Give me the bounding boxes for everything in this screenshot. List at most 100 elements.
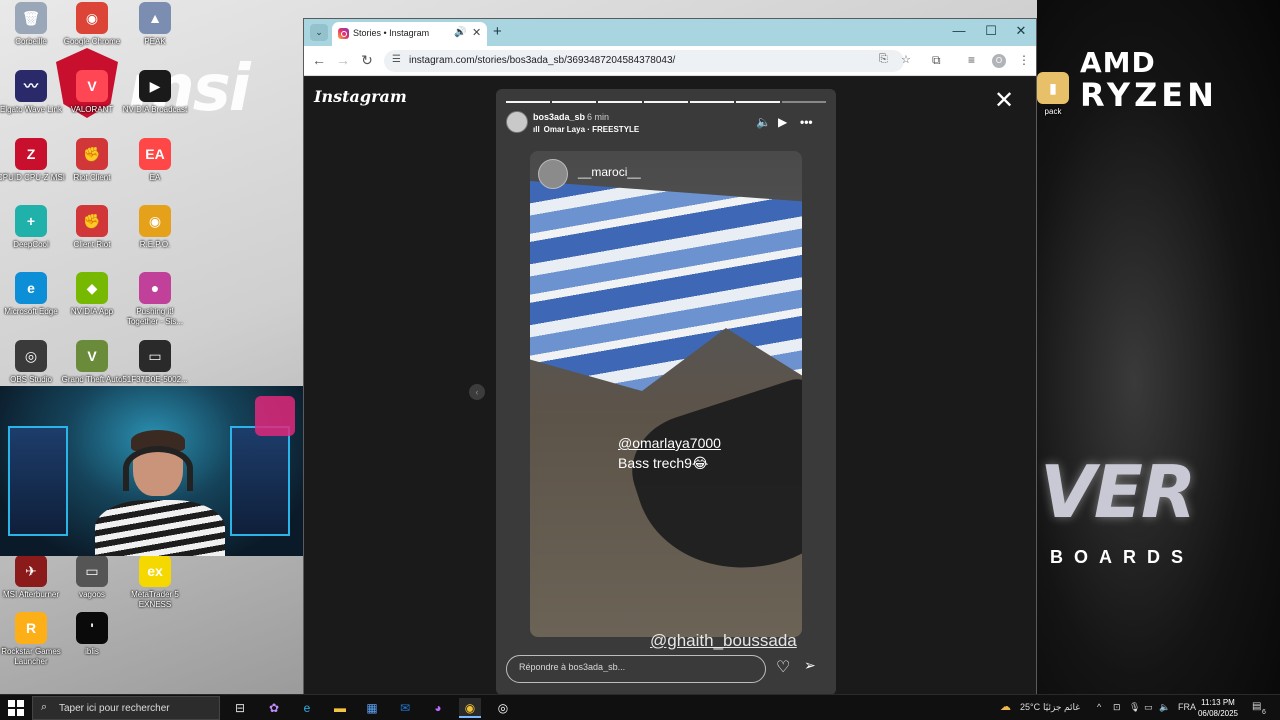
profile-avatar[interactable]: O	[992, 54, 1006, 68]
story-music[interactable]: ıll Omar Laya · FREESTYLE	[533, 125, 639, 134]
store-icon[interactable]: ▦	[361, 698, 383, 718]
reload-button[interactable]: ↻	[358, 52, 376, 69]
menu-icon[interactable]: ⋮	[1018, 53, 1030, 67]
windows-start-icon[interactable]	[8, 700, 24, 716]
app-icon: Z	[15, 138, 47, 170]
send-icon[interactable]: ➢	[804, 657, 816, 674]
app-icon: ▭	[76, 555, 108, 587]
maximize-button[interactable]: ☐	[976, 23, 1006, 39]
desktop-icon[interactable]: ✊ Client Riot	[57, 205, 127, 250]
ver-logo: VER	[1040, 450, 1196, 534]
more-options-icon[interactable]: •••	[800, 115, 813, 129]
instagram-favicon-icon	[338, 28, 349, 39]
desktop-icon[interactable]: ▭ vagoos	[57, 555, 127, 600]
desktop-icon[interactable]: ex MetaTrader 5 EXNESS	[120, 555, 190, 610]
play-icon[interactable]: ▶	[778, 115, 787, 129]
app-icon-glyph: ▮	[1049, 80, 1057, 96]
story-username[interactable]: bos3ada_sb	[533, 112, 585, 122]
site-info-icon[interactable]: ☰	[392, 54, 401, 65]
task-view-icon[interactable]: ⊟	[229, 698, 251, 718]
story-progress-bar	[506, 101, 826, 103]
browser-window: ⌄ Stories • Instagram 🔊 ✕ + — ☐ ✕ ← → ↻ …	[303, 18, 1037, 695]
taskbar: ⌕ Taper ici pour rechercher ⊟ ✿ e ▬ ▦ ✉ …	[0, 694, 1280, 720]
weather-condition[interactable]: غائم جزئيًا	[1043, 702, 1080, 713]
app-icon: ◎	[15, 340, 47, 372]
tab-instagram-stories[interactable]: Stories • Instagram 🔊 ✕	[332, 22, 487, 46]
outlook-icon[interactable]: ✉	[394, 698, 416, 718]
desktop-icon-label: Grand Theft Auto	[61, 375, 123, 384]
desktop-icon[interactable]: ✊ Riot Client	[57, 138, 127, 183]
new-tab-button[interactable]: +	[493, 23, 502, 40]
desktop-icon-label: Pushing it! Together - Sis...	[126, 307, 184, 326]
heart-icon[interactable]: ♡	[776, 657, 790, 677]
tray-overflow-icon[interactable]: ^	[1097, 702, 1101, 712]
app-icon-glyph: '	[90, 620, 94, 636]
desktop-icon[interactable]: ▭ 51F37D0E-5002...	[120, 340, 190, 385]
mention-tag[interactable]: @omarlaya7000	[618, 435, 721, 451]
desktop-icon[interactable]: V VALORANT	[57, 70, 127, 115]
progress-segment	[644, 101, 688, 103]
desktop-icon-label: iblis	[85, 647, 99, 656]
volume-tray-icon[interactable]: 🔈	[1159, 702, 1170, 713]
media-controls-icon[interactable]: ≡	[968, 53, 975, 67]
app-icon-glyph: Z	[26, 146, 36, 162]
language-indicator[interactable]: FRA	[1178, 702, 1196, 712]
amd-logo: AMD	[1080, 46, 1156, 79]
app-icon-glyph: ◎	[24, 348, 38, 364]
desktop-icon[interactable]: ◉ R.E.P.O.	[120, 205, 190, 250]
notifications-icon[interactable]: ▤	[1252, 701, 1261, 712]
network-icon[interactable]: ▭	[1144, 702, 1153, 713]
desktop-icon[interactable]: ◉ Google Chrome	[57, 2, 127, 47]
page-viewport: Instagram ✕ ‹ bos3ada_sb 6 min ıll Omar L…	[304, 77, 1036, 695]
taskbar-search[interactable]: ⌕ Taper ici pour rechercher	[32, 696, 220, 720]
address-bar[interactable]: ☰ instagram.com/stories/bos3ada_sb/36934…	[384, 50, 911, 72]
weather-temp[interactable]: 25°C	[1020, 702, 1040, 712]
story-media[interactable]: __maroci__ @omarlaya7000 Bass trech9😂	[530, 151, 802, 637]
url-text[interactable]: instagram.com/stories/bos3ada_sb/3693487…	[409, 55, 675, 66]
desktop-icon[interactable]: ● Pushing it! Together - Sis...	[120, 272, 190, 327]
story-avatar[interactable]	[506, 111, 528, 133]
story-viewer: bos3ada_sb 6 min ıll Omar Laya · FREESTYL…	[496, 89, 836, 695]
reply-field[interactable]	[506, 655, 766, 683]
forward-button[interactable]: →	[334, 52, 352, 68]
desktop-icon[interactable]: V Grand Theft Auto	[57, 340, 127, 385]
minimize-button[interactable]: —	[944, 23, 974, 38]
install-app-icon[interactable]: ⎘	[879, 53, 888, 66]
media-user-avatar[interactable]	[538, 159, 568, 189]
app-icon: ▮	[1037, 72, 1069, 104]
desktop-icon[interactable]: ▲ PEAK	[120, 2, 190, 47]
bookmark-star-icon[interactable]: ☆	[901, 53, 911, 66]
close-story-icon[interactable]: ✕	[994, 89, 1014, 113]
microphone-icon[interactable]: 🎙	[1129, 702, 1140, 713]
tab-audio-icon[interactable]: 🔊	[454, 27, 466, 38]
volume-icon[interactable]: 🔈	[756, 115, 771, 129]
close-window-button[interactable]: ✕	[1006, 23, 1036, 39]
copilot-icon[interactable]: ✿	[263, 698, 285, 718]
progress-segment	[690, 101, 734, 103]
desktop-icon[interactable]: ▶ NVIDIA Broadcast	[120, 70, 190, 115]
app-icon: 〰	[15, 70, 47, 102]
desktop-icon[interactable]: EA EA	[120, 138, 190, 183]
previous-story-button[interactable]: ‹	[469, 384, 485, 400]
app-icon: e	[15, 272, 47, 304]
weather-icon[interactable]: ☁	[1000, 700, 1011, 713]
media-username[interactable]: __maroci__	[578, 165, 641, 179]
chrome-taskbar-icon[interactable]: ◉	[459, 698, 481, 718]
tray-app-icon[interactable]: ⊡	[1113, 702, 1121, 713]
desktop-icon[interactable]: ' iblis	[57, 612, 127, 657]
file-explorer-icon[interactable]: ▬	[329, 698, 351, 718]
reply-input[interactable]	[519, 662, 749, 672]
back-button[interactable]: ←	[310, 52, 328, 68]
desktop-icon[interactable]: ◆ NVIDIA App	[57, 272, 127, 317]
story-caption: Bass trech9😂	[618, 455, 709, 471]
edge-icon[interactable]: e	[296, 698, 318, 718]
mention-tag[interactable]: @ghaith_boussada	[650, 631, 797, 651]
obs-taskbar-icon[interactable]: ◎	[492, 698, 514, 718]
tab-close-icon[interactable]: ✕	[472, 26, 481, 39]
instagram-logo[interactable]: Instagram	[314, 87, 407, 106]
extensions-icon[interactable]: ⧉	[932, 53, 941, 68]
system-clock[interactable]: 11:13 PM 06/08/2025	[1196, 697, 1240, 719]
discord-icon[interactable]: ◕	[427, 698, 449, 718]
app-icon-glyph: ✊	[83, 213, 101, 229]
tab-search-button[interactable]: ⌄	[310, 24, 328, 41]
